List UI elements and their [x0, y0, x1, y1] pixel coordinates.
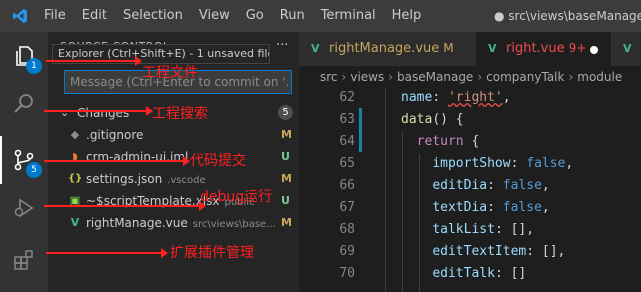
- annotation-arrow: [44, 106, 153, 116]
- tab-right[interactable]: V right.vue 9+: [476, 32, 611, 66]
- menu-help[interactable]: Help: [384, 0, 430, 32]
- gitignore-icon: ◆: [70, 128, 80, 141]
- line-number: 69: [339, 244, 355, 259]
- file-name: rightManage.vue: [86, 216, 188, 230]
- annotation-search: 工程搜索: [152, 106, 208, 122]
- tab-status: M: [443, 41, 454, 55]
- breadcrumb-item[interactable]: views: [350, 70, 384, 84]
- search-icon: [14, 94, 33, 113]
- activity-source-control[interactable]: 5: [0, 136, 48, 184]
- code-editor[interactable]: 62 name: 'right', 63 data() { 64 return …: [299, 88, 641, 292]
- annotation-arrow: [46, 248, 168, 258]
- changes-count-badge: 5: [278, 105, 293, 120]
- line-number: 63: [339, 112, 355, 127]
- line-number: 67: [339, 200, 355, 215]
- list-item[interactable]: ◗ crm-admin-ui.iml U: [48, 146, 299, 168]
- window-title: ● src\views\baseManage\co: [494, 9, 641, 23]
- vscode-logo-icon: [13, 9, 27, 23]
- annotation-arrow: [46, 56, 142, 66]
- file-name: settings.json: [86, 172, 163, 186]
- menu-view[interactable]: View: [191, 0, 238, 32]
- line-number: 64: [339, 134, 355, 149]
- modified-gutter-mark: [359, 108, 362, 152]
- chevron-right-icon: ›: [341, 70, 347, 84]
- breadcrumb: src › views › baseManage › companyTalk › module: [299, 66, 641, 88]
- source-control-badge: 5: [26, 162, 42, 178]
- code-line: talkList: [],: [432, 222, 535, 237]
- line-number: 68: [339, 222, 355, 237]
- tab-label: right.vue: [506, 41, 565, 56]
- annotation-debug: debug运行: [200, 189, 273, 205]
- annotation-extensions: 扩展插件管理: [170, 245, 254, 261]
- run-debug-icon: [14, 198, 34, 218]
- menu-go[interactable]: Go: [238, 0, 272, 32]
- explorer-badge: 1: [26, 58, 42, 74]
- menu-file[interactable]: File: [36, 0, 74, 32]
- indent-guide: [385, 88, 386, 292]
- chevron-right-icon: ›: [477, 70, 483, 84]
- list-item[interactable]: ◆ .gitignore M: [48, 124, 299, 146]
- breadcrumb-item[interactable]: companyTalk: [486, 70, 564, 84]
- code-line: editTalk: []: [432, 266, 527, 281]
- list-item[interactable]: V rightManage.vue src\views\base... M: [48, 212, 299, 234]
- file-dir: .vscode: [167, 175, 206, 186]
- menu-bar: File Edit Selection View Go Run Terminal…: [36, 0, 429, 32]
- line-number: 65: [339, 156, 355, 171]
- code-line: editDia: false,: [432, 178, 550, 193]
- activity-explorer[interactable]: 1: [0, 32, 48, 80]
- chevron-right-icon: ›: [568, 70, 574, 84]
- file-dir: src\views\base...: [192, 219, 276, 230]
- menu-edit[interactable]: Edit: [74, 0, 115, 32]
- menu-terminal[interactable]: Terminal: [313, 0, 384, 32]
- activity-run-debug[interactable]: [0, 184, 48, 232]
- code-line: data() {: [401, 112, 464, 127]
- code-line: return {: [416, 134, 480, 149]
- activity-extensions[interactable]: [0, 236, 48, 284]
- tab-label: rightManage.vue: [329, 41, 440, 56]
- json-icon: {}: [68, 173, 83, 184]
- tab-status: 9+: [568, 41, 587, 55]
- code-line: textDia: false,: [432, 200, 550, 215]
- file-status: M: [281, 128, 292, 141]
- line-number: 70: [339, 266, 355, 281]
- activity-bar: 1 5: [0, 32, 48, 292]
- line-number: 62: [339, 90, 355, 105]
- breadcrumb-item[interactable]: src: [320, 70, 338, 84]
- file-status: U: [281, 194, 290, 207]
- editor-tabs: V rightManage.vue M V right.vue 9+ V: [299, 32, 641, 66]
- menu-selection[interactable]: Selection: [115, 0, 191, 32]
- annotation-scm: 代码提交: [190, 153, 246, 169]
- tab-next[interactable]: V: [611, 32, 641, 66]
- code-line: name: 'right',: [401, 90, 511, 105]
- unsaved-dot-icon[interactable]: [590, 46, 598, 54]
- annotation-arrow: [44, 156, 190, 166]
- menu-run[interactable]: Run: [272, 0, 313, 32]
- annotation-explorer: 工程文件: [142, 65, 198, 81]
- vue-icon: V: [623, 42, 632, 55]
- file-status: M: [281, 172, 292, 185]
- code-line: importShow: false,: [432, 156, 574, 171]
- vue-icon: V: [311, 42, 320, 55]
- more-actions-icon[interactable]: ···: [276, 38, 288, 53]
- file-name: .gitignore: [86, 128, 144, 142]
- file-status: U: [281, 150, 290, 163]
- chevron-right-icon: ›: [388, 70, 394, 84]
- vue-icon: V: [488, 42, 497, 55]
- tab-rightmanage[interactable]: V rightManage.vue M: [299, 32, 476, 66]
- chevron-down-icon: ⌄: [60, 106, 70, 119]
- file-status: M: [281, 216, 292, 229]
- line-number: 66: [339, 178, 355, 193]
- title-bar: File Edit Selection View Go Run Terminal…: [0, 0, 641, 32]
- breadcrumb-item[interactable]: module: [577, 70, 622, 84]
- extensions-icon: [14, 250, 33, 270]
- annotation-arrow: [44, 201, 206, 211]
- breadcrumb-item[interactable]: baseManage: [397, 70, 473, 84]
- vue-icon: V: [70, 216, 80, 229]
- changes-label: Changes: [77, 106, 130, 120]
- activity-search[interactable]: [0, 80, 48, 128]
- code-line: editTextItem: [],: [432, 244, 566, 259]
